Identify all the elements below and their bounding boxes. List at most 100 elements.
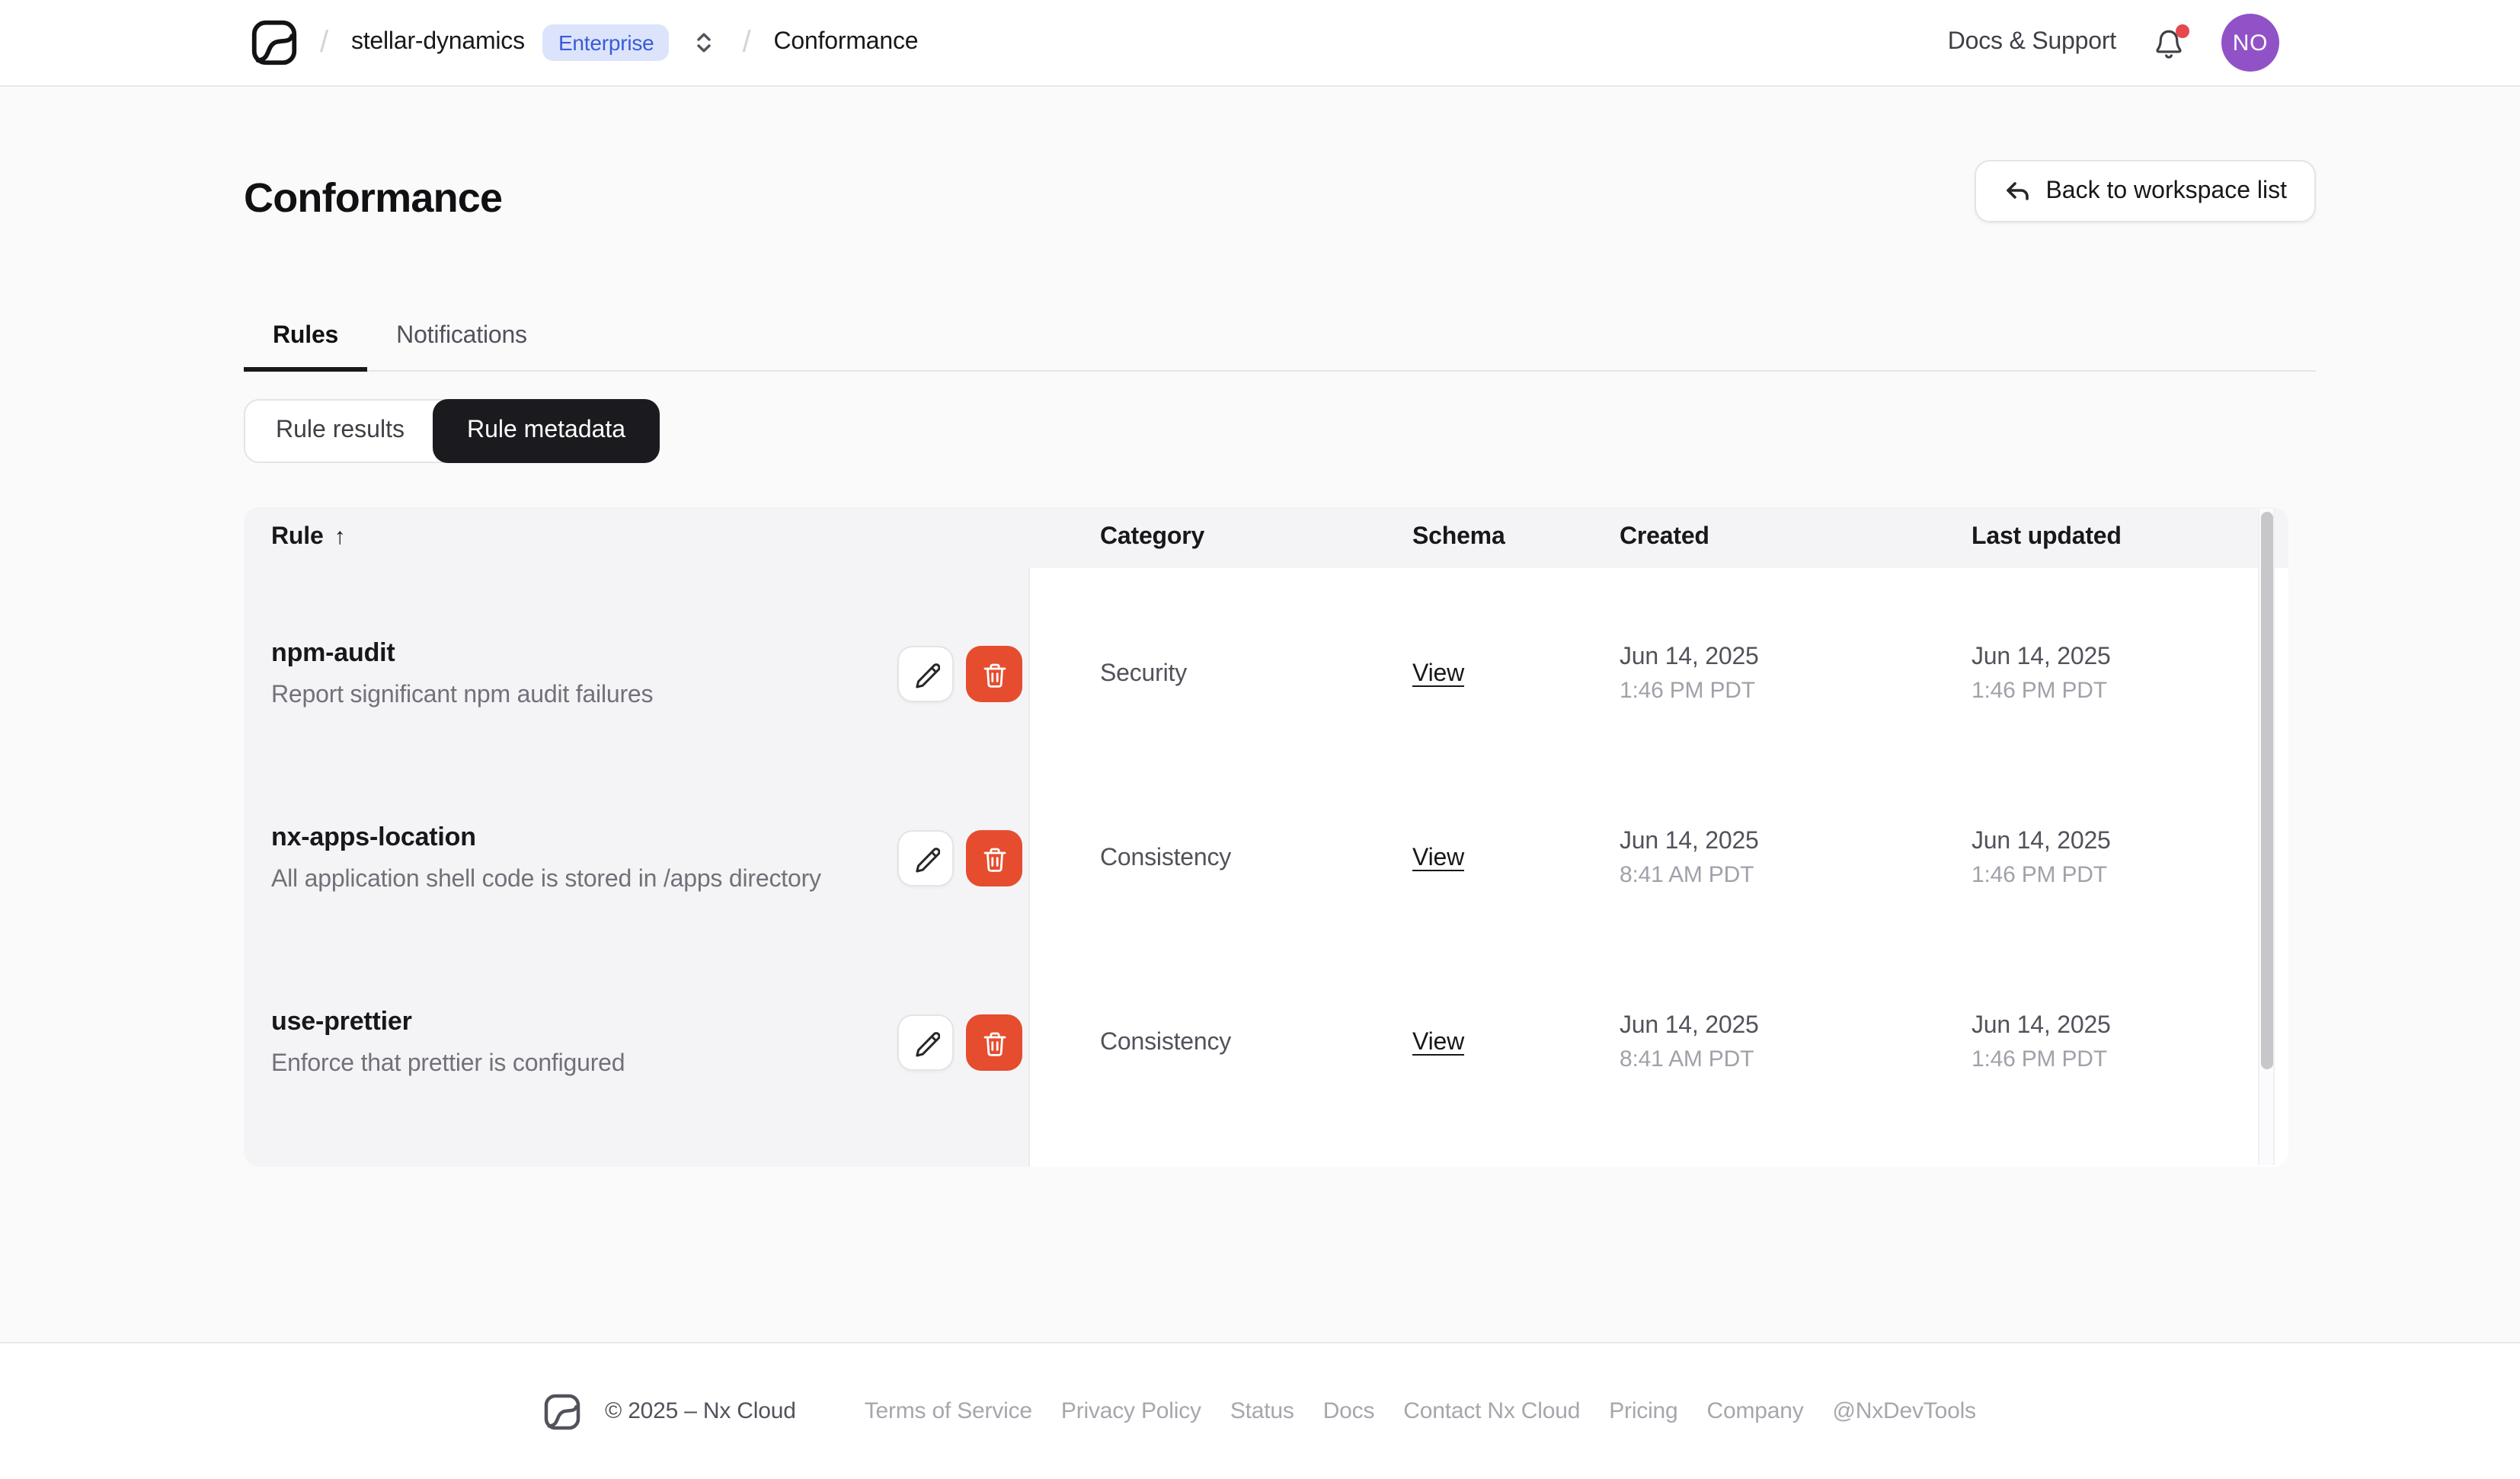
rule-name: use-prettier [271,1007,412,1036]
created-date: Jun 14, 2025 [1620,644,1759,670]
created-time: 1:46 PM PDT [1620,678,1755,704]
column-header-created: Created [1620,524,1709,550]
row-actions [897,646,1022,702]
rule-info: npm-audit Report significant npm audit f… [271,638,654,710]
updated-time: 1:46 PM PDT [1972,678,2107,704]
rule-category: Consistency [1100,1029,1232,1055]
column-header-last-updated: Last updated [1972,524,2122,550]
last-updated-cell: Jun 14, 2025 1:46 PM PDT [1972,617,2288,704]
page-footer: © 2025 – Nx Cloud Terms of Service Priva… [0,1342,2520,1479]
footer-link-pricing[interactable]: Pricing [1609,1398,1678,1424]
notification-dot [2176,24,2189,37]
workspace-name[interactable]: stellar-dynamics [351,29,525,56]
created-time: 8:41 AM PDT [1620,1046,1754,1072]
footer-link-terms[interactable]: Terms of Service [865,1398,1032,1424]
back-button-label: Back to workspace list [2045,177,2287,203]
last-updated-cell: Jun 14, 2025 1:46 PM PDT [1972,801,2288,888]
breadcrumb-separator: / [742,25,751,59]
footer-links: Terms of Service Privacy Policy Status D… [865,1398,1976,1424]
enterprise-badge: Enterprise [542,24,670,61]
footer-link-company[interactable]: Company [1707,1398,1804,1424]
table-row: nx-apps-location All application shell c… [244,752,2288,937]
rule-category: Security [1100,660,1187,686]
user-avatar[interactable]: NO [2221,14,2279,72]
footer-link-nxdevtools[interactable]: @NxDevTools [1833,1398,1977,1424]
navbar-actions: Docs & Support NO [1948,14,2279,72]
updated-date: Jun 14, 2025 [1972,644,2111,670]
updated-date: Jun 14, 2025 [1972,829,2111,854]
copyright: © 2025 – Nx Cloud [605,1398,796,1424]
footer-link-status[interactable]: Status [1230,1398,1294,1424]
created-cell: Jun 14, 2025 8:41 AM PDT [1620,985,1972,1072]
rule-info: nx-apps-location All application shell c… [271,823,821,894]
breadcrumb-page: Conformance [773,29,919,55]
rules-table: Rule ↑ Category Schema Created Last updat… [244,507,2288,1167]
column-header-category: Category [1100,524,1205,550]
pencil-icon [915,847,939,872]
created-date: Jun 14, 2025 [1620,829,1759,854]
view-schema-link[interactable]: View [1412,660,1464,686]
delete-rule-button[interactable] [966,1014,1022,1071]
back-arrow-icon [2006,181,2029,200]
chevrons-up-down-icon [697,33,712,53]
app-viewport: / stellar-dynamics Enterprise / Conforma… [0,0,2520,1479]
column-label-rule: Rule [271,524,324,550]
edit-rule-button[interactable] [897,830,954,886]
pencil-icon [915,663,939,688]
created-cell: Jun 14, 2025 8:41 AM PDT [1620,801,1972,888]
sort-ascending-icon: ↑ [334,524,346,550]
rule-info: use-prettier Enforce that prettier is co… [271,1007,625,1078]
created-date: Jun 14, 2025 [1620,1013,1759,1039]
created-time: 8:41 AM PDT [1620,862,1754,888]
breadcrumb-separator: / [320,25,328,59]
footer-link-docs[interactable]: Docs [1323,1398,1375,1424]
created-cell: Jun 14, 2025 1:46 PM PDT [1620,617,1972,704]
trash-icon [983,663,1006,687]
main-content: Conformance Back to workspace list Rules… [0,87,2520,1342]
footer-link-contact[interactable]: Contact Nx Cloud [1403,1398,1580,1424]
last-updated-cell: Jun 14, 2025 1:46 PM PDT [1972,985,2288,1072]
view-schema-link[interactable]: View [1412,845,1464,870]
workspace-switcher-button[interactable] [689,27,720,58]
rule-category: Consistency [1100,845,1232,870]
tab-rules[interactable]: Rules [244,302,368,372]
updated-time: 1:46 PM PDT [1972,862,2107,888]
tab-bar: Rules Notifications [244,302,2316,372]
rule-description: All application shell code is stored in … [271,867,821,893]
nx-logo[interactable] [251,20,297,65]
nx-logo-footer [544,1393,580,1429]
view-toggle: Rule results Rule metadata [244,399,660,463]
column-header-schema: Schema [1412,524,1505,550]
notifications-bell-button[interactable] [2153,24,2189,59]
breadcrumb: / stellar-dynamics Enterprise / Conforma… [251,20,919,65]
rule-metadata-toggle[interactable]: Rule metadata [433,399,660,463]
table-scrollbar[interactable] [2258,509,2275,1165]
table-row: use-prettier Enforce that prettier is co… [244,937,2288,1121]
delete-rule-button[interactable] [966,830,1022,886]
docs-support-link[interactable]: Docs & Support [1948,29,2117,56]
pencil-icon [915,1031,939,1056]
table-row: npm-audit Report significant npm audit f… [244,568,2288,752]
delete-rule-button[interactable] [966,646,1022,702]
row-actions [897,830,1022,886]
column-header-rule[interactable]: Rule ↑ [244,524,1030,551]
rule-description: Enforce that prettier is configured [271,1051,625,1077]
rule-results-toggle[interactable]: Rule results [245,401,435,462]
back-to-workspace-list-button[interactable]: Back to workspace list [1974,160,2316,222]
rule-name: nx-apps-location [271,823,476,851]
edit-rule-button[interactable] [897,646,954,702]
updated-date: Jun 14, 2025 [1972,1013,2111,1039]
trash-icon [983,847,1006,871]
edit-rule-button[interactable] [897,1014,954,1071]
updated-time: 1:46 PM PDT [1972,1046,2107,1072]
top-navbar: / stellar-dynamics Enterprise / Conforma… [0,0,2520,87]
tab-notifications[interactable]: Notifications [367,302,556,370]
view-schema-link[interactable]: View [1412,1029,1464,1055]
footer-link-privacy[interactable]: Privacy Policy [1061,1398,1201,1424]
rule-description: Report significant npm audit failures [271,682,654,708]
rule-name: npm-audit [271,638,395,667]
row-actions [897,1014,1022,1071]
scrollbar-thumb[interactable] [2261,512,2273,1069]
table-header: Rule ↑ Category Schema Created Last updat… [244,507,2288,568]
trash-icon [983,1031,1006,1056]
